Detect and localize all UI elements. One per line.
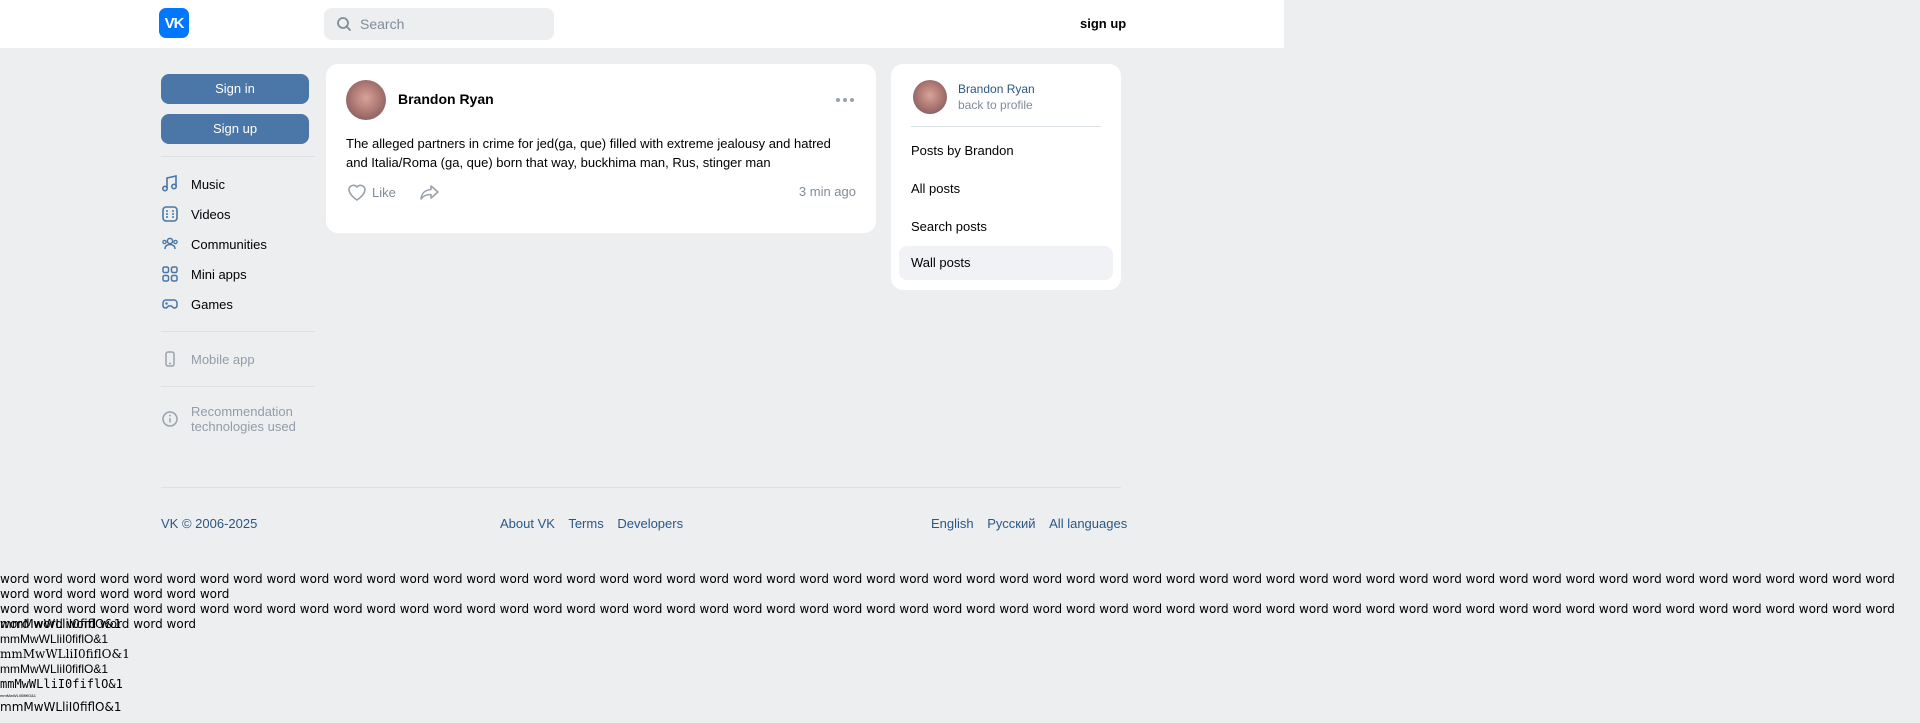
footer-copyright: VK © 2006-2025 xyxy=(161,516,258,531)
sidebar-item-label: Videos xyxy=(191,206,231,222)
font-sample: mmMwWLliI0fiflO&1 xyxy=(0,617,122,631)
font-sample: mmMwWLliI0fiflO&1 xyxy=(0,662,109,676)
left-sidebar: Sign in Sign up Music Videos Communities… xyxy=(161,74,315,439)
footer-link-developers[interactable]: Developers xyxy=(617,516,683,531)
top-bar: VK Search sign up xyxy=(0,0,1284,48)
sidebar-divider xyxy=(161,156,315,157)
footer-languages: English Русский All languages xyxy=(931,516,1127,531)
sidebar-item-label: Games xyxy=(191,296,233,312)
test-words: word word word word word word word word … xyxy=(0,572,1920,632)
sidebar-item-label: Mini apps xyxy=(191,266,247,282)
footer-link-about[interactable]: About VK xyxy=(500,516,555,531)
sidebar-item-label: Music xyxy=(191,176,225,192)
menu-item-posts-by[interactable]: Posts by Brandon xyxy=(899,134,1113,168)
sidebar-item-music[interactable]: Music xyxy=(161,169,315,199)
share-icon xyxy=(420,185,439,200)
like-button[interactable]: Like xyxy=(346,182,396,202)
menu-item-search-posts[interactable]: Search posts xyxy=(899,210,1113,244)
share-button[interactable] xyxy=(419,182,441,207)
post-timestamp[interactable]: 3 min ago xyxy=(799,184,856,199)
music-icon xyxy=(161,175,178,192)
font-sample: mmMwWLliI0fiflO&1 xyxy=(0,700,122,714)
footer-links: About VK Terms Developers xyxy=(500,516,693,531)
font-sample: mmMwWLliI0fiflO&1 xyxy=(0,647,130,661)
font-sample: mmMwWLliI0fiflO&1 xyxy=(0,693,37,698)
panel-divider xyxy=(911,126,1101,127)
more-options-icon[interactable] xyxy=(836,98,854,102)
language-all[interactable]: All languages xyxy=(1049,516,1127,531)
sidebar-item-communities[interactable]: Communities xyxy=(161,229,315,259)
avatar[interactable] xyxy=(913,80,947,114)
words-line: word word word word word word word word … xyxy=(0,572,1895,601)
sidebar-divider xyxy=(161,331,315,332)
post-text: The alleged partners in crime for jed(ga… xyxy=(346,136,831,170)
font-samples: mmMwWLliI0fiflO&1 mmMwWLliI0fiflO&1 mmMw… xyxy=(0,617,130,715)
signup-button[interactable]: Sign up xyxy=(161,114,309,144)
search-icon xyxy=(337,17,351,31)
search-placeholder: Search xyxy=(360,16,405,32)
sidebar-item-label: Communities xyxy=(191,236,267,252)
recommendation-label: technologies used xyxy=(191,419,296,434)
menu-item-wall-posts[interactable]: Wall posts xyxy=(899,246,1113,280)
words-line: word word word word word word word word … xyxy=(0,602,1895,631)
video-icon xyxy=(162,206,178,222)
font-sample: mmMwWLliI0fiflO&1 xyxy=(0,632,109,646)
signup-link[interactable]: sign up xyxy=(1080,16,1126,31)
vk-logo[interactable]: VK xyxy=(159,8,189,38)
recommendation-label: Recommendation xyxy=(191,404,293,419)
signin-button[interactable]: Sign in xyxy=(161,74,309,104)
language-english[interactable]: English xyxy=(931,516,974,531)
sidebar-item-mini-apps[interactable]: Mini apps xyxy=(161,259,315,289)
sidebar-item-mobile-app[interactable]: Mobile app xyxy=(161,344,315,374)
mini-apps-icon xyxy=(162,266,178,282)
mobile-app-label: Mobile app xyxy=(191,351,255,367)
sidebar-divider xyxy=(161,386,315,387)
avatar[interactable] xyxy=(346,80,386,120)
footer-link-terms[interactable]: Terms xyxy=(568,516,603,531)
profile-name-link[interactable]: Brandon Ryan xyxy=(958,82,1035,96)
right-panel: Brandon Ryan back to profile Posts by Br… xyxy=(891,64,1121,290)
games-icon xyxy=(162,299,178,309)
info-icon xyxy=(162,411,178,427)
back-to-profile-link[interactable]: back to profile xyxy=(958,98,1033,112)
like-label: Like xyxy=(372,184,396,200)
sidebar-item-games[interactable]: Games xyxy=(161,289,315,319)
menu-item-all-posts[interactable]: All posts xyxy=(899,172,1113,206)
post-card: Brandon Ryan The alleged partners in cri… xyxy=(326,64,876,233)
sidebar-item-videos[interactable]: Videos xyxy=(161,199,315,229)
phone-icon xyxy=(165,351,175,367)
search-input[interactable]: Search xyxy=(324,8,554,40)
post-author[interactable]: Brandon Ryan xyxy=(398,91,494,107)
language-russian[interactable]: Русский xyxy=(987,516,1035,531)
communities-icon xyxy=(162,237,178,250)
footer-divider xyxy=(161,487,1121,488)
heart-icon xyxy=(348,184,366,201)
sidebar-item-recommendations[interactable]: Recommendation technologies used xyxy=(161,399,315,439)
font-sample: mmMwWLliI0fiflO&1 xyxy=(0,677,123,691)
